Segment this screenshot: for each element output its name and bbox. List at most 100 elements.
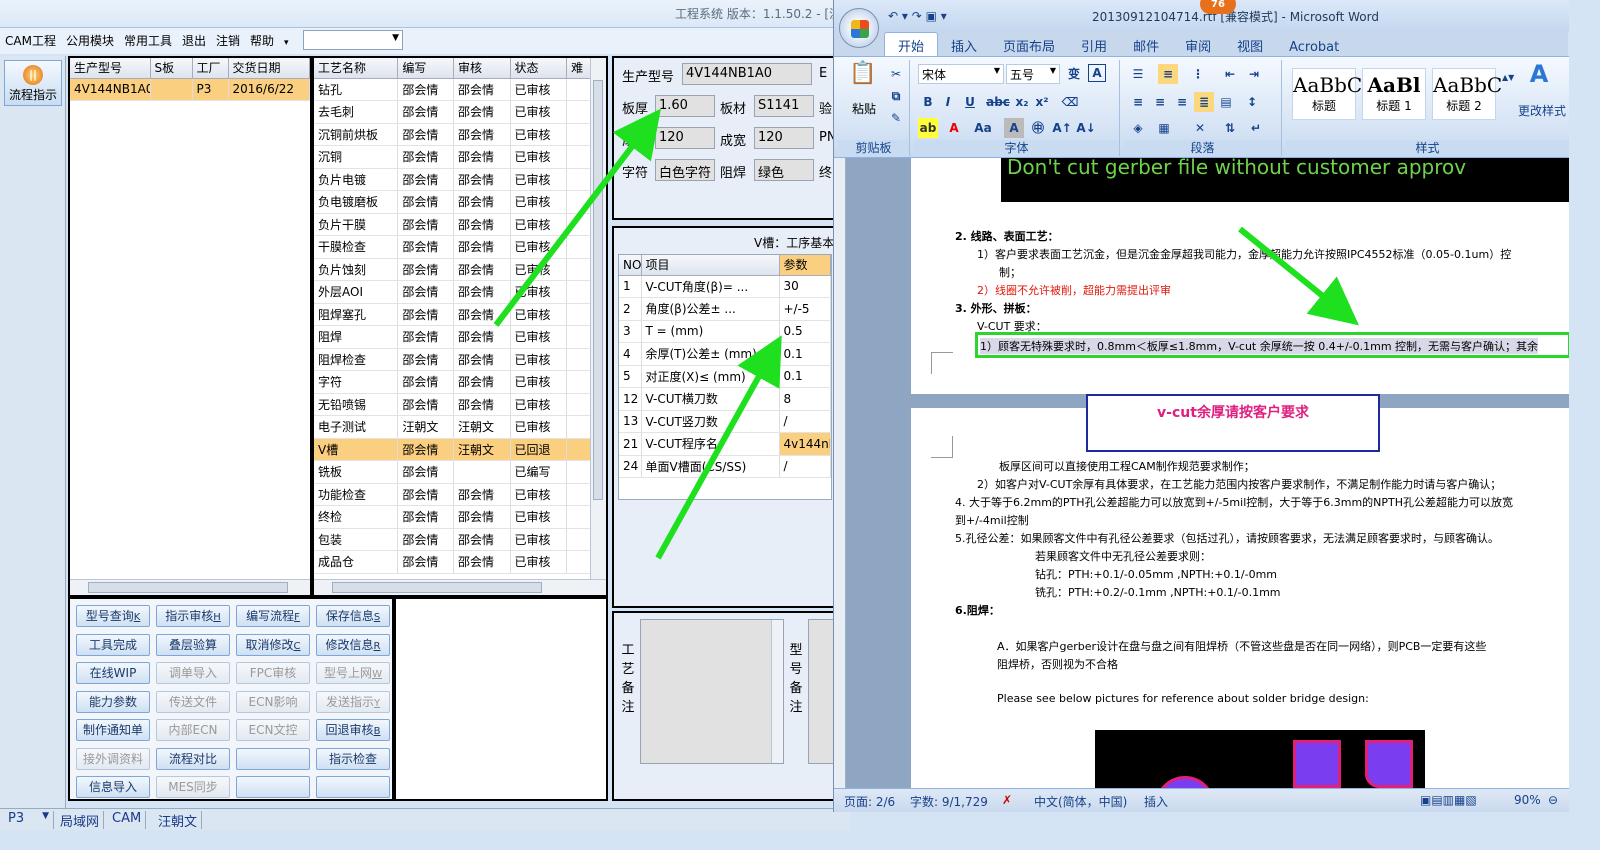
shrink-font-icon[interactable]: A↓ [1076,118,1096,138]
function-button[interactable]: 型号上网W [316,662,390,684]
table-row[interactable]: 阻焊检查 邵会情 邵会情 已审核 [314,348,606,371]
column-header[interactable]: 状态 [510,58,568,79]
toolbar-combo[interactable]: ▼ [303,30,403,50]
column-header[interactable]: NO [619,255,642,276]
cut-icon[interactable]: ✂ [886,64,906,84]
column-header[interactable]: 编写 [397,58,454,79]
tab-home[interactable]: 开始 [884,32,939,58]
menu-overflow-icon[interactable]: ▾ [279,34,294,52]
table-row[interactable]: 成品仓 邵会情 邵会情 已审核 [314,550,606,574]
function-button[interactable]: 指示审核H [156,605,230,627]
factory-selector[interactable]: P3 ▼ [4,811,54,829]
tab-view[interactable]: 视图 [1224,33,1276,58]
change-styles-icon[interactable]: A [1524,62,1554,94]
multilevel-icon[interactable]: ⋮ [1188,64,1208,84]
table-row[interactable]: 铣板 邵会情 已编写 [314,460,606,484]
distribute-icon[interactable]: ▤ [1216,92,1236,112]
function-button[interactable]: 编写流程F [236,605,310,627]
document-page-2[interactable]: 板厚区间可以直接使用工程CAM制作规范要求制作； 2）如客户对V-CUT余厚有具… [911,408,1569,788]
format-painter-icon[interactable]: ✎ [886,108,906,128]
align-center-icon[interactable]: ≡ [1150,92,1170,112]
font-name-select[interactable]: 宋体 ▼ [918,64,1004,84]
status-tab-lan[interactable]: 局域网 [56,811,105,830]
table-row[interactable]: 负片蚀刻 邵会情 邵会情 已审核 [314,258,606,281]
table-row[interactable]: 1 V-CUT角度(β)= ... 30 [619,275,831,298]
table-row[interactable]: 沉铜 邵会情 邵会情 已审核 [314,145,606,169]
change-styles-label[interactable]: 更改样式 [1518,102,1566,119]
phonetic-icon[interactable]: 变 [1064,64,1084,84]
column-header[interactable]: 参数 [779,255,831,276]
width-field[interactable]: 120 [754,127,814,149]
tab-mailings[interactable]: 邮件 [1120,33,1172,58]
status-tab-cam[interactable]: CAM [108,811,147,829]
length-field[interactable]: 120 [655,127,715,149]
table-row[interactable]: 4V144NB1A0 P3 2016/6/22 [70,78,310,101]
zoom-out-icon[interactable]: ⊖ [1548,793,1558,807]
zoom-level[interactable]: 90% [1514,793,1541,807]
table-row[interactable]: 功能检查 邵会情 邵会情 已审核 [314,483,606,506]
view-buttons[interactable]: ▣▤▥▦▧ [1420,793,1477,807]
soldermask-field[interactable]: 绿色 [754,159,814,181]
function-button[interactable]: 接外调资料 [76,747,150,770]
highlight-icon[interactable]: ab [918,118,938,138]
process-notes-field[interactable] [640,619,784,764]
table-row[interactable]: 3T = (mm) 0.5 [619,320,831,343]
tab-acrobat[interactable]: Acrobat [1276,37,1352,58]
model-field[interactable]: 4V144NB1A0 [682,63,812,85]
numbering-icon[interactable]: ≡ [1158,64,1178,84]
flow-guide-button[interactable]: || 流程指示 [4,60,62,106]
subscript-icon[interactable]: x₂ [1012,92,1032,112]
function-button[interactable]: 型号查询K [76,605,150,627]
styles-scroll-icon[interactable]: ▲▼ [1502,68,1514,88]
sort-icon[interactable]: ⇅ [1220,118,1240,138]
function-button[interactable]: MES同步 [156,776,230,798]
show-marks-icon[interactable]: ↵ [1246,118,1266,138]
table-row[interactable]: V槽 邵会情 汪朝文 已回退 [314,438,606,461]
vertical-scrollbar[interactable] [590,58,606,579]
underline-icon[interactable]: U [960,92,980,112]
enclose-icon[interactable]: ㊥ [1028,118,1048,138]
table-row[interactable]: 4 余厚(T)公差± (mm) 0.1 [619,342,831,366]
table-row[interactable]: 负片电镀 邵会情 邵会情 已审核 [314,168,606,191]
column-header[interactable]: 项目 [641,255,780,276]
table-row[interactable]: 无铅喷锡 邵会情 邵会情 已审核 [314,393,606,416]
char-border-icon[interactable]: A [1088,64,1106,82]
document-page-1[interactable]: Don't cut gerber file without customer a… [911,158,1569,394]
grow-font-icon[interactable]: A↑ [1052,118,1072,138]
function-button[interactable]: 流程对比 [156,747,230,770]
italic-icon[interactable]: I [938,92,958,112]
column-header[interactable]: 审核 [453,58,511,79]
clear-format-icon[interactable]: ⌫ [1060,92,1080,112]
insert-mode[interactable]: 插入 [1144,793,1168,810]
menu-help[interactable]: 帮助 [245,28,279,53]
table-row[interactable]: 阻焊 邵会情 邵会情 已审核 [314,325,606,349]
table-row[interactable]: 5 对正度(X)≤ (mm) 0.1 [619,365,831,388]
vertical-scrollbar[interactable] [771,620,783,763]
table-row[interactable]: 12 V-CUT横刀数 8 [619,387,831,411]
horizontal-scrollbar[interactable] [70,579,310,595]
style-heading1[interactable]: AaBl 标题 1 [1362,68,1426,120]
function-button[interactable]: 调单导入 [156,662,230,684]
function-button[interactable]: 制作通知单 [76,719,150,741]
table-row[interactable]: 字符 邵会情 邵会情 已审核 [314,370,606,394]
office-button[interactable] [839,8,879,48]
font-size-select[interactable]: 五号 ▼ [1006,64,1060,84]
function-button[interactable]: 信息导入 [76,776,150,798]
function-button[interactable]: 内部ECN [156,719,230,741]
table-row[interactable]: 阻焊塞孔 邵会情 邵会情 已审核 [314,303,606,326]
char-shading-icon[interactable]: A [1004,118,1024,138]
superscript-icon[interactable]: x² [1032,92,1052,112]
table-row[interactable]: 去毛刺 邵会情 邵会情 已审核 [314,100,606,124]
borders-icon[interactable]: ▦ [1154,118,1174,138]
style-heading2[interactable]: AaBbC 标题 2 [1432,68,1502,120]
shading-icon[interactable]: ◈ [1128,118,1148,138]
status-tab-user[interactable]: 汪朝文 [154,811,203,830]
proofing-icon[interactable]: ✗ [1002,793,1012,807]
decrease-indent-icon[interactable]: ⇤ [1220,64,1240,84]
table-row[interactable]: 负片干膜 邵会情 邵会情 已审核 [314,213,606,236]
chinese-layout-icon[interactable]: ✕ [1190,118,1210,138]
function-button[interactable]: 指示检查 [316,747,390,770]
table-row[interactable]: 2 角度(β)公差± ... +/-5 [619,297,831,321]
menu-logout[interactable]: 注销 [211,28,245,53]
menu-common-module[interactable]: 公用模块 [61,28,119,53]
